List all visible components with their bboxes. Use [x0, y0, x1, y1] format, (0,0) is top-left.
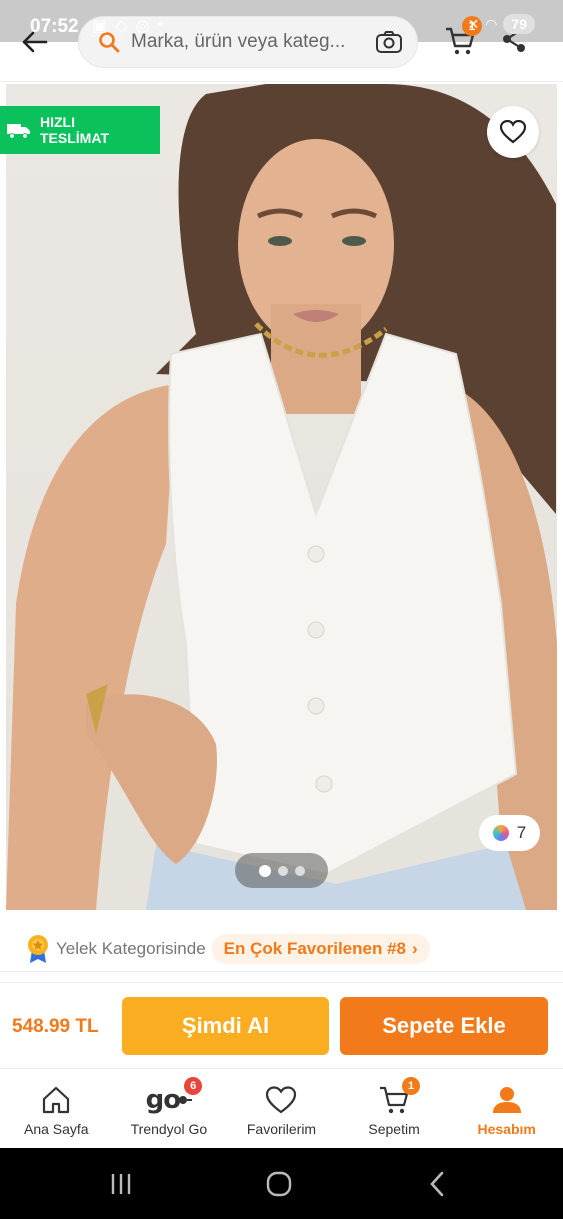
buy-now-button[interactable]: Şimdi Al: [122, 997, 329, 1055]
color-count: 7: [516, 823, 527, 842]
go-logo-icon: go 6: [146, 1077, 203, 1117]
recent-apps-button[interactable]: [106, 1170, 136, 1198]
fast-delivery-line2: TESLİMAT: [40, 130, 109, 146]
heart-icon: [500, 120, 526, 144]
instagram-icon: ◎: [135, 18, 150, 35]
nav-label: Hesabım: [477, 1121, 536, 1137]
chevron-right-icon: ›: [412, 938, 418, 958]
status-bar: 07:52 ▣ ◇ ◎ • ✕ ◠ 79: [0, 0, 563, 48]
nav-label: Favorilerim: [246, 1121, 317, 1137]
home-icon: [41, 1083, 71, 1117]
chevron-left-icon: [430, 1171, 444, 1197]
nav-label: Sepetim: [368, 1121, 420, 1137]
home-system-button[interactable]: [264, 1170, 294, 1198]
screenshot-icon: ▣: [92, 18, 108, 35]
nav-label: Ana Sayfa: [23, 1121, 89, 1137]
color-options-button[interactable]: 7: [479, 815, 540, 851]
location-icon: ◇: [115, 18, 128, 35]
product-photo: [6, 84, 557, 910]
nav-item-home[interactable]: Ana Sayfa: [0, 1069, 113, 1148]
category-ranking-strip[interactable]: Yelek Kategorisinde En Çok Favorilenen #…: [0, 926, 563, 972]
nav-label: Trendyol Go: [130, 1121, 208, 1137]
mute-icon: ✕: [467, 15, 480, 32]
product-price: 548.99 TL: [12, 1016, 99, 1037]
pager-dot: [277, 865, 288, 876]
status-icons-right: ✕ ◠ 79: [467, 14, 535, 34]
favorite-button[interactable]: [487, 106, 539, 158]
status-time: 07:52: [30, 16, 79, 37]
cart-badge: 1: [402, 1077, 421, 1095]
fast-delivery-badge: HIZLI TESLİMAT: [0, 106, 160, 154]
category-rank-text: En Çok Favorilenen #8: [223, 938, 406, 958]
purchase-bar: 548.99 TL Şimdi Al Sepete Ekle: [0, 982, 563, 1068]
heart-icon: [265, 1083, 297, 1117]
battery-indicator: 79: [503, 14, 535, 34]
app-screen: 1 07:52 ▣ ◇ ◎ • ✕ ◠ 79: [0, 0, 563, 1219]
system-back-button[interactable]: [422, 1170, 452, 1198]
status-icons-left: ▣ ◇ ◎ •: [92, 16, 163, 36]
bottom-navigation: Ana Sayfa go 6 Trendyol Go Favorilerim 1…: [0, 1068, 563, 1148]
go-badge: 6: [184, 1077, 203, 1095]
pager-dot: [294, 865, 305, 876]
notification-dot-icon: •: [157, 16, 164, 33]
nav-item-account[interactable]: Hesabım: [450, 1069, 563, 1148]
nav-item-cart[interactable]: 1 Sepetim: [338, 1069, 451, 1148]
nav-item-favorites[interactable]: Favorilerim: [225, 1069, 338, 1148]
medal-icon: [28, 934, 48, 963]
category-label: Yelek Kategorisinde: [56, 938, 206, 958]
delivery-truck-icon: [7, 124, 30, 139]
wifi-icon: ◠: [485, 15, 498, 32]
product-image[interactable]: [6, 84, 557, 910]
system-navigation-bar: [0, 1148, 563, 1219]
cart-icon: 1: [378, 1077, 421, 1117]
recent-apps-icon: [111, 1174, 131, 1194]
fast-delivery-text: HIZLI TESLİMAT: [40, 114, 109, 146]
user-icon: [491, 1083, 523, 1117]
color-palette-icon: [492, 825, 509, 841]
fast-delivery-line1: HIZLI: [40, 114, 75, 130]
home-circle-icon: [266, 1171, 292, 1197]
add-to-cart-button[interactable]: Sepete Ekle: [340, 997, 548, 1055]
category-rank-chip[interactable]: En Çok Favorilenen #8 ›: [211, 933, 430, 964]
nav-item-trendyol-go[interactable]: go 6 Trendyol Go: [113, 1069, 226, 1148]
pager-dot-active: [258, 864, 271, 877]
image-pager[interactable]: [235, 853, 328, 888]
